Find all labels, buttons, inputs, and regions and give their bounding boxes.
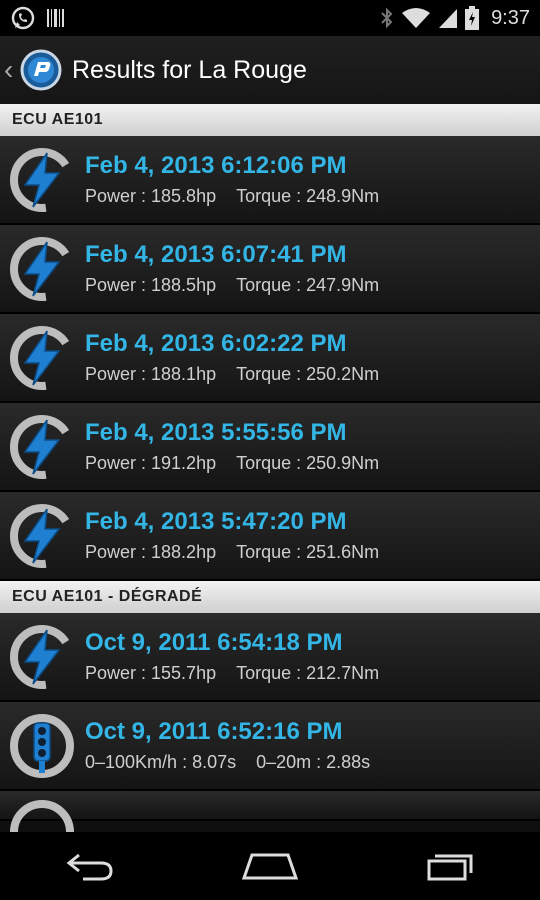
power-value: Power : 188.5hp bbox=[85, 275, 217, 295]
power-value: Power : 191.2hp bbox=[85, 453, 217, 473]
dyno-bolt-icon bbox=[10, 147, 74, 212]
power-value: Power : 188.1hp bbox=[85, 364, 217, 384]
power-value: Power : 155.7hp bbox=[85, 663, 217, 683]
power-value: Power : 188.2hp bbox=[85, 542, 217, 562]
result-date: Oct 9, 2011 6:54:18 PM bbox=[85, 629, 343, 656]
acceleration-time: 0–100Km/h : 8.07s bbox=[85, 752, 237, 772]
dyno-bolt-icon bbox=[10, 236, 74, 301]
recent-apps-icon bbox=[427, 854, 473, 881]
traffic-light-icon bbox=[10, 713, 74, 778]
list-item[interactable]: Oct 9, 2011 6:52:16 PM 0–100Km/h : 8.07s… bbox=[0, 702, 540, 791]
dyno-bolt-icon bbox=[10, 325, 74, 390]
wifi-icon bbox=[401, 7, 431, 29]
list-item[interactable]: Feb 4, 2013 6:07:41 PM Power : 188.5hp To… bbox=[0, 225, 540, 314]
section-header: ECU AE101 - DÉGRADÉ bbox=[0, 581, 540, 613]
result-date: Feb 4, 2013 6:07:41 PM bbox=[85, 241, 347, 268]
list-item[interactable]: Feb 4, 2013 6:02:22 PM Power : 188.1hp To… bbox=[0, 314, 540, 403]
home-button[interactable] bbox=[225, 836, 315, 896]
back-icon bbox=[66, 853, 113, 881]
torque-value: Torque : 251.6Nm bbox=[236, 542, 380, 562]
back-button[interactable] bbox=[45, 836, 135, 896]
navigation-bar bbox=[0, 832, 540, 900]
page-title: Results for La Rouge bbox=[72, 55, 307, 84]
whatsapp-icon bbox=[10, 5, 36, 31]
partial-item-icon bbox=[10, 800, 74, 832]
distance-time: 0–20m : 2.88s bbox=[256, 752, 371, 772]
torque-value: Torque : 250.2Nm bbox=[236, 364, 380, 384]
list-item[interactable]: Feb 4, 2013 5:47:20 PM Power : 188.2hp To… bbox=[0, 492, 540, 581]
status-time: 9:37 bbox=[491, 6, 530, 29]
power-value: Power : 185.8hp bbox=[85, 186, 217, 206]
section-header: ECU AE101 bbox=[0, 104, 540, 136]
list-item[interactable]: Feb 4, 2013 6:12:06 PM Power : 185.8hp To… bbox=[0, 136, 540, 225]
battery-icon bbox=[465, 6, 480, 30]
dyno-bolt-icon bbox=[10, 624, 74, 689]
torque-value: Torque : 250.9Nm bbox=[236, 453, 380, 473]
signal-icon bbox=[437, 7, 459, 29]
recent-apps-button[interactable] bbox=[405, 836, 495, 896]
torque-value: Torque : 247.9Nm bbox=[236, 275, 380, 295]
list-item[interactable]: Oct 9, 2011 6:54:18 PM Power : 155.7hp To… bbox=[0, 613, 540, 702]
result-date: Feb 4, 2013 6:02:22 PM bbox=[85, 330, 347, 357]
result-date: Feb 4, 2013 6:12:06 PM bbox=[85, 152, 347, 179]
bluetooth-icon bbox=[379, 6, 395, 30]
results-list[interactable]: ECU AE101 Feb 4, 2013 6:12:06 PM Power :… bbox=[0, 104, 540, 832]
barcode-icon bbox=[46, 7, 66, 29]
torque-value: Torque : 212.7Nm bbox=[236, 663, 380, 683]
home-icon bbox=[242, 853, 298, 880]
result-date: Feb 4, 2013 5:55:56 PM bbox=[85, 419, 347, 446]
dyno-bolt-icon bbox=[10, 414, 74, 479]
dyno-bolt-icon bbox=[10, 503, 74, 568]
app-logo-icon[interactable] bbox=[20, 49, 62, 91]
torque-value: Torque : 248.9Nm bbox=[236, 186, 380, 206]
status-bar: 9:37 bbox=[0, 0, 540, 36]
up-caret-icon[interactable]: ‹ bbox=[4, 54, 18, 86]
action-bar: ‹ Results for La Rouge bbox=[0, 36, 540, 106]
list-item[interactable]: Feb 4, 2013 5:55:56 PM Power : 191.2hp To… bbox=[0, 403, 540, 492]
result-date: Oct 9, 2011 6:52:16 PM bbox=[85, 718, 343, 745]
list-item[interactable] bbox=[0, 791, 540, 832]
result-date: Feb 4, 2013 5:47:20 PM bbox=[85, 508, 347, 535]
